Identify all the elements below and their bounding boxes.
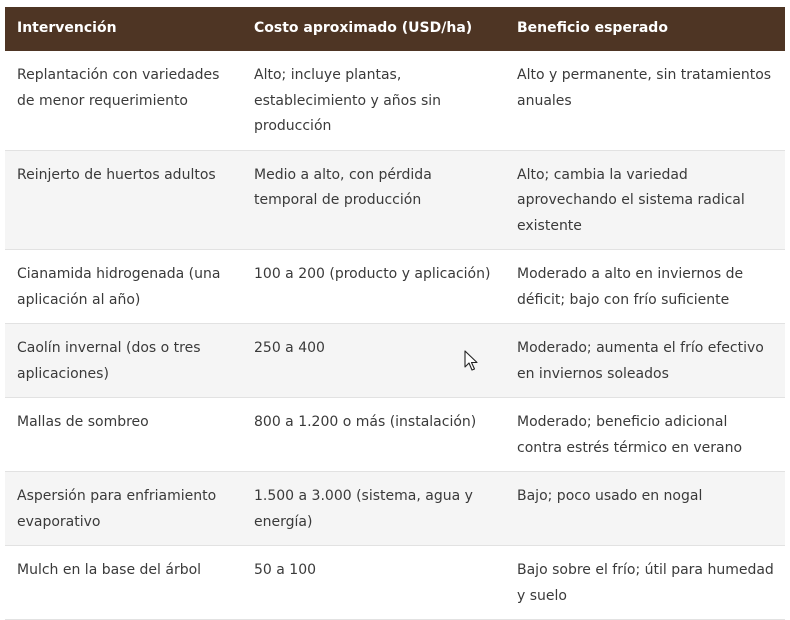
header-costo: Costo aproximado (USD/ha): [242, 7, 505, 51]
cell-intervencion: Caolín invernal (dos o tres aplicaciones…: [5, 323, 242, 398]
table-row: Mallas de sombreo 800 a 1.200 o más (ins…: [5, 397, 785, 472]
cell-intervencion: Reinjerto de huertos adultos: [5, 150, 242, 250]
cell-costo: 800 a 1.200 o más (instalación): [242, 397, 505, 472]
cell-costo: 100 a 200 (producto y aplicación): [242, 249, 505, 324]
cell-beneficio: Alto; cambia la variedad aprovechando el…: [505, 150, 785, 250]
cell-costo: Alto; incluye plantas, establecimiento y…: [242, 51, 505, 151]
cell-beneficio: Alto y permanente, sin tratamientos anua…: [505, 51, 785, 151]
table-header-row: Intervención Costo aproximado (USD/ha) B…: [5, 7, 785, 51]
table-row: Mulch en la base del árbol 50 a 100 Bajo…: [5, 545, 785, 620]
header-intervencion: Intervención: [5, 7, 242, 51]
table-row: Cianamida hidrogenada (una aplicación al…: [5, 249, 785, 324]
cell-costo: Medio a alto, con pérdida temporal de pr…: [242, 150, 505, 250]
cell-intervencion: Mallas de sombreo: [5, 397, 242, 472]
header-beneficio: Beneficio esperado: [505, 7, 785, 51]
cell-beneficio: Bajo; poco usado en nogal: [505, 471, 785, 546]
cell-intervencion: Cianamida hidrogenada (una aplicación al…: [5, 249, 242, 324]
intervention-cost-table: Intervención Costo aproximado (USD/ha) B…: [5, 7, 785, 620]
cell-beneficio: Moderado; aumenta el frío efectivo en in…: [505, 323, 785, 398]
cell-intervencion: Replantación con variedades de menor req…: [5, 51, 242, 151]
table-row: Caolín invernal (dos o tres aplicaciones…: [5, 323, 785, 398]
arrow-cursor-icon: [464, 350, 478, 371]
cell-costo: 50 a 100: [242, 545, 505, 620]
table-row: Aspersión para enfriamiento evaporativo …: [5, 471, 785, 546]
comparison-table-container: Intervención Costo aproximado (USD/ha) B…: [5, 7, 785, 620]
table-row: Reinjerto de huertos adultos Medio a alt…: [5, 150, 785, 250]
cell-costo: 1.500 a 3.000 (sistema, agua y energía): [242, 471, 505, 546]
cell-intervencion: Mulch en la base del árbol: [5, 545, 242, 620]
cell-intervencion: Aspersión para enfriamiento evaporativo: [5, 471, 242, 546]
table-row: Replantación con variedades de menor req…: [5, 51, 785, 151]
cell-beneficio: Bajo sobre el frío; útil para humedad y …: [505, 545, 785, 620]
cell-beneficio: Moderado; beneficio adicional contra est…: [505, 397, 785, 472]
cell-beneficio: Moderado a alto en inviernos de déficit;…: [505, 249, 785, 324]
